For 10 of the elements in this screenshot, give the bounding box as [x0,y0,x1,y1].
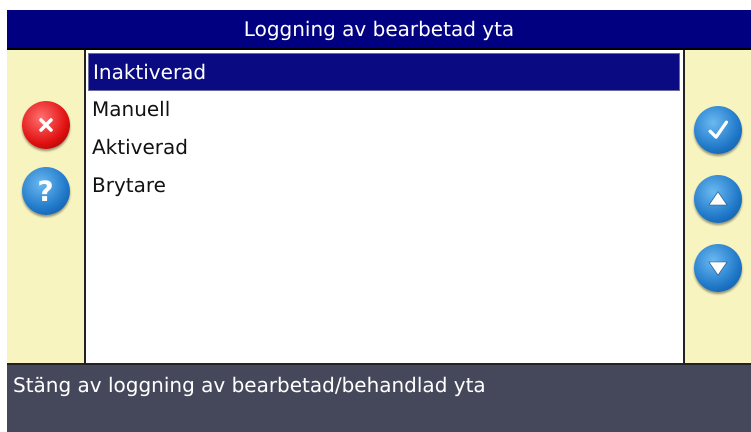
close-button[interactable] [22,101,70,149]
window-title: Loggning av bearbetad yta [7,10,751,50]
list-item[interactable]: Brytare [88,167,680,205]
scroll-up-button[interactable] [694,175,742,223]
confirm-button[interactable] [694,106,742,154]
scroll-down-button[interactable] [694,244,742,292]
list-item[interactable]: Manuell [88,91,680,129]
status-text: Stäng av loggning av bearbetad/behandlad yta [7,363,751,432]
list-item[interactable]: Inaktiverad [88,53,680,91]
list-item[interactable]: Aktiverad [88,129,680,167]
